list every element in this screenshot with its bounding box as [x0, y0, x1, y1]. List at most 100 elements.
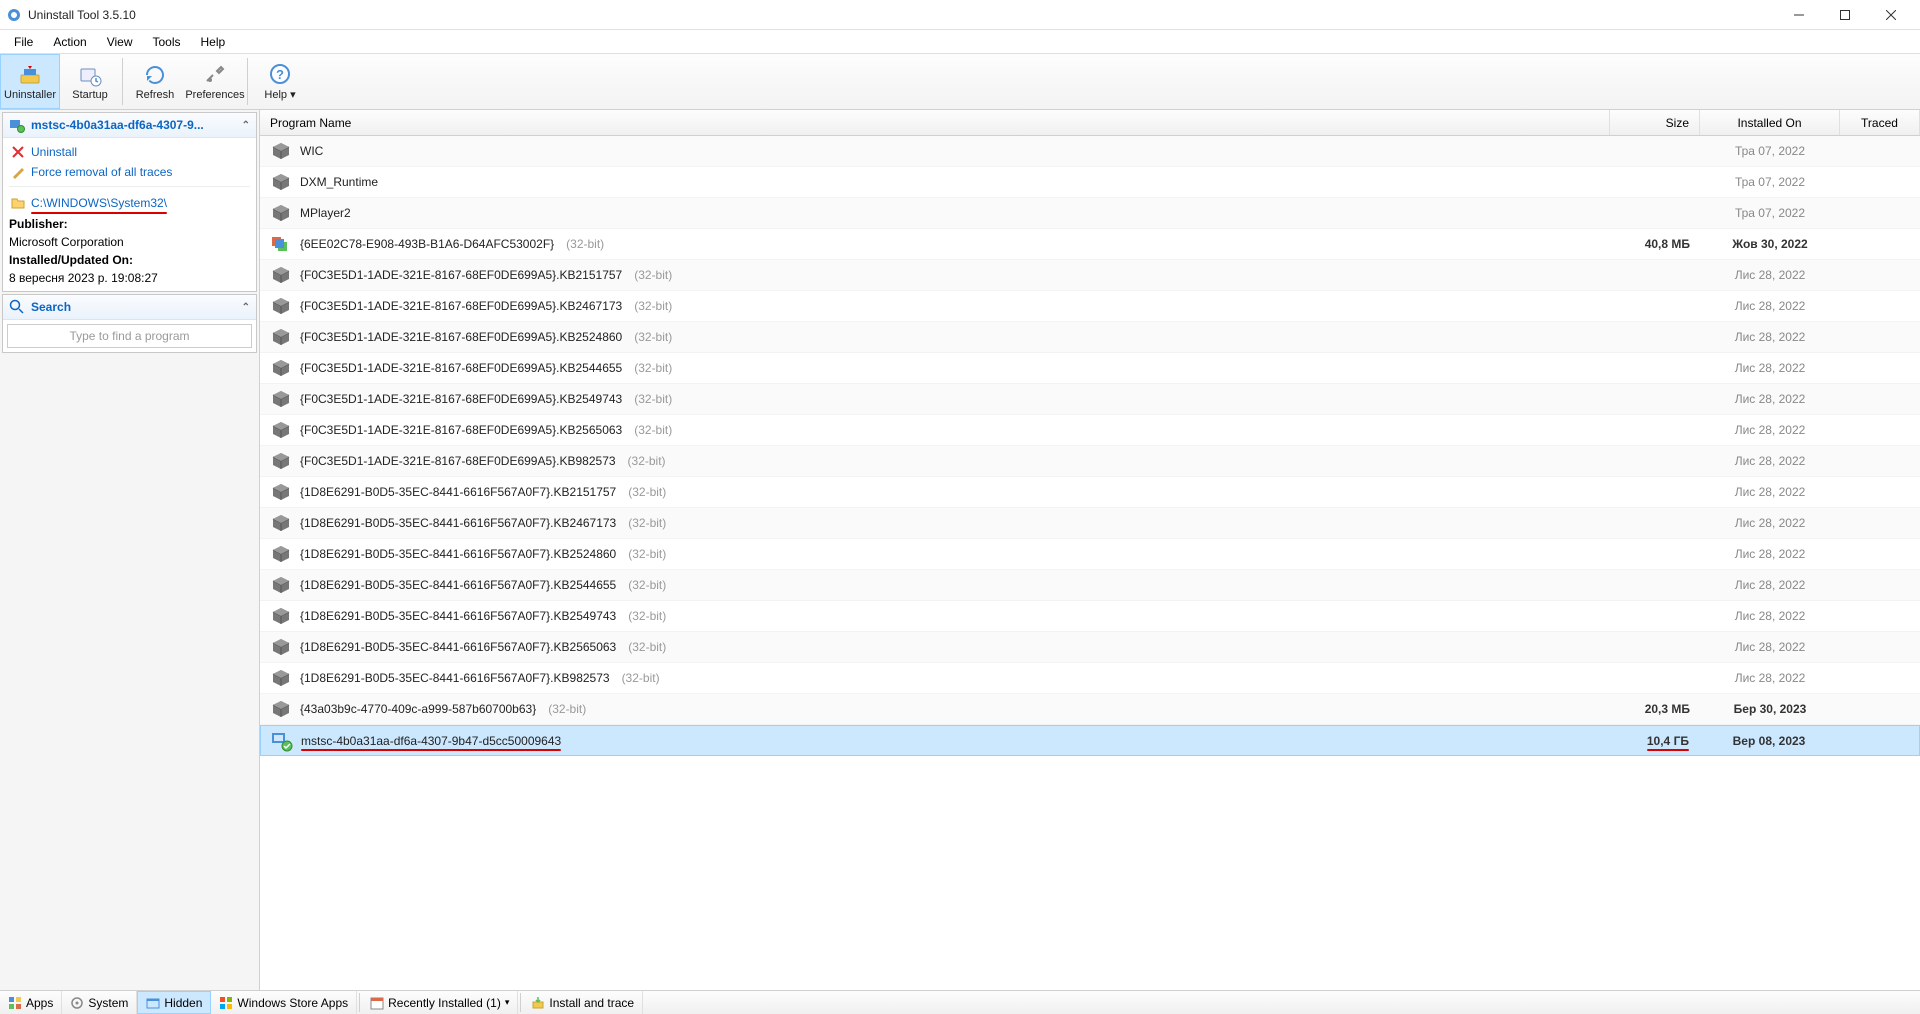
search-header[interactable]: Search ⌃ — [3, 295, 256, 320]
cell-traced — [1840, 136, 1920, 166]
arch-label: (32-bit) — [634, 299, 672, 313]
cell-name: {F0C3E5D1-1ADE-321E-8167-68EF0DE699A5}.K… — [260, 353, 1610, 383]
preferences-button[interactable]: Preferences — [185, 54, 245, 109]
cell-size: 20,3 МБ — [1610, 694, 1700, 724]
uninstaller-button[interactable]: Uninstaller — [0, 54, 60, 109]
sidebar: mstsc-4b0a31aa-df6a-4307-9... ⌃ Uninstal… — [0, 110, 260, 990]
menu-tools[interactable]: Tools — [143, 32, 191, 52]
menu-action[interactable]: Action — [43, 32, 96, 52]
refresh-button[interactable]: Refresh — [125, 54, 185, 109]
path-link[interactable]: C:\WINDOWS\System32\ — [9, 191, 250, 215]
cell-size — [1610, 384, 1700, 414]
store-icon — [219, 996, 233, 1010]
recent-icon — [370, 996, 384, 1010]
table-row[interactable]: {1D8E6291-B0D5-35EC-8441-6616F567A0F7}.K… — [260, 508, 1920, 539]
cell-installed: Лис 28, 2022 — [1700, 601, 1840, 631]
package-icon — [270, 636, 292, 658]
table-row[interactable]: WICТра 07, 2022 — [260, 136, 1920, 167]
cell-size — [1610, 322, 1700, 352]
table-row[interactable]: {1D8E6291-B0D5-35EC-8441-6616F567A0F7}.K… — [260, 663, 1920, 694]
cell-size — [1610, 136, 1700, 166]
table-row[interactable]: {F0C3E5D1-1ADE-321E-8167-68EF0DE699A5}.K… — [260, 446, 1920, 477]
arch-label: (32-bit) — [628, 640, 666, 654]
force-removal-link[interactable]: Force removal of all traces — [9, 162, 250, 182]
cell-name: {1D8E6291-B0D5-35EC-8441-6616F567A0F7}.K… — [260, 601, 1610, 631]
program-name: DXM_Runtime — [300, 175, 378, 189]
program-name: {F0C3E5D1-1ADE-321E-8167-68EF0DE699A5}.K… — [300, 392, 622, 406]
col-installed[interactable]: Installed On — [1700, 110, 1840, 135]
menu-file[interactable]: File — [4, 32, 43, 52]
dropdown-icon: ▾ — [505, 997, 510, 1008]
installed-on-value: 8 вересня 2023 р. 19:08:27 — [9, 269, 250, 287]
search-panel: Search ⌃ — [2, 294, 257, 353]
cell-name: {1D8E6291-B0D5-35EC-8441-6616F567A0F7}.K… — [260, 570, 1610, 600]
program-name: {F0C3E5D1-1ADE-321E-8167-68EF0DE699A5}.K… — [300, 299, 622, 313]
col-size[interactable]: Size — [1610, 110, 1700, 135]
startup-icon — [78, 63, 102, 87]
program-name: {F0C3E5D1-1ADE-321E-8167-68EF0DE699A5}.K… — [300, 361, 622, 375]
table-row[interactable]: {6EE02C78-E908-493B-B1A6-D64AFC53002F} (3… — [260, 229, 1920, 260]
table-row[interactable]: {F0C3E5D1-1ADE-321E-8167-68EF0DE699A5}.K… — [260, 322, 1920, 353]
search-input[interactable] — [7, 324, 252, 348]
recent-label: Recently Installed (1) — [388, 996, 501, 1010]
cell-installed: Жов 30, 2022 — [1700, 229, 1840, 259]
recent-button[interactable]: Recently Installed (1) ▾ — [362, 991, 518, 1014]
cell-traced — [1840, 167, 1920, 197]
table-rows: WICТра 07, 2022 DXM_Runtime Тра 07, 2022MP… — [260, 136, 1920, 990]
program-name: {6EE02C78-E908-493B-B1A6-D64AFC53002F} — [300, 237, 554, 251]
table-row[interactable]: {1D8E6291-B0D5-35EC-8441-6616F567A0F7}.K… — [260, 570, 1920, 601]
arch-label: (32-bit) — [628, 454, 666, 468]
table-row[interactable]: {F0C3E5D1-1ADE-321E-8167-68EF0DE699A5}.K… — [260, 384, 1920, 415]
table-row[interactable]: mstsc-4b0a31aa-df6a-4307-9b47-d5cc500096… — [260, 725, 1920, 756]
program-name: {F0C3E5D1-1ADE-321E-8167-68EF0DE699A5}.K… — [300, 423, 622, 437]
table-row[interactable]: {1D8E6291-B0D5-35EC-8441-6616F567A0F7}.K… — [260, 601, 1920, 632]
arch-label: (32-bit) — [628, 516, 666, 530]
filter-system[interactable]: System — [62, 991, 137, 1014]
table-row[interactable]: {F0C3E5D1-1ADE-321E-8167-68EF0DE699A5}.K… — [260, 291, 1920, 322]
menu-view[interactable]: View — [97, 32, 143, 52]
cell-installed: Тра 07, 2022 — [1700, 167, 1840, 197]
close-button[interactable] — [1868, 0, 1914, 30]
system-label: System — [88, 996, 128, 1010]
table-row[interactable]: {1D8E6291-B0D5-35EC-8441-6616F567A0F7}.K… — [260, 632, 1920, 663]
filter-hidden[interactable]: Hidden — [137, 991, 211, 1014]
uninstall-link[interactable]: Uninstall — [9, 142, 250, 162]
package-icon — [270, 450, 292, 472]
table-row[interactable]: {F0C3E5D1-1ADE-321E-8167-68EF0DE699A5}.K… — [260, 260, 1920, 291]
arch-label: (32-bit) — [566, 237, 604, 251]
arch-label: (32-bit) — [634, 423, 672, 437]
cell-size — [1610, 570, 1700, 600]
search-icon — [9, 299, 25, 315]
filter-apps[interactable]: Apps — [0, 991, 62, 1014]
package-icon — [270, 233, 292, 255]
program-name: {F0C3E5D1-1ADE-321E-8167-68EF0DE699A5}.K… — [300, 454, 616, 468]
table-row[interactable]: {F0C3E5D1-1ADE-321E-8167-68EF0DE699A5}.K… — [260, 415, 1920, 446]
cell-size — [1610, 353, 1700, 383]
col-traced[interactable]: Traced — [1840, 110, 1920, 135]
table-row[interactable]: {1D8E6291-B0D5-35EC-8441-6616F567A0F7}.K… — [260, 477, 1920, 508]
minimize-button[interactable] — [1776, 0, 1822, 30]
cell-traced — [1840, 198, 1920, 228]
main-area: mstsc-4b0a31aa-df6a-4307-9... ⌃ Uninstal… — [0, 110, 1920, 990]
table-row[interactable]: {F0C3E5D1-1ADE-321E-8167-68EF0DE699A5}.K… — [260, 353, 1920, 384]
table-row[interactable]: {43a03b9c-4770-409c-a999-587b60700b63}(3… — [260, 694, 1920, 725]
table-row[interactable]: MPlayer2Тра 07, 2022 — [260, 198, 1920, 229]
startup-button[interactable]: Startup — [60, 54, 120, 109]
table-header: Program Name Size Installed On Traced — [260, 110, 1920, 136]
arch-label: (32-bit) — [628, 609, 666, 623]
col-program-name[interactable]: Program Name — [260, 110, 1610, 135]
menu-help[interactable]: Help — [191, 32, 236, 52]
table-row[interactable]: DXM_Runtime Тра 07, 2022 — [260, 167, 1920, 198]
maximize-button[interactable] — [1822, 0, 1868, 30]
help-button[interactable]: ? Help ▾ — [250, 54, 310, 109]
filter-store[interactable]: Windows Store Apps — [211, 991, 357, 1014]
uninstall-label: Uninstall — [31, 145, 77, 159]
install-trace-label: Install and trace — [549, 996, 634, 1010]
install-trace-button[interactable]: Install and trace — [523, 991, 643, 1014]
table-row[interactable]: {1D8E6291-B0D5-35EC-8441-6616F567A0F7}.K… — [260, 539, 1920, 570]
cell-size — [1610, 260, 1700, 290]
selected-program-header[interactable]: mstsc-4b0a31aa-df6a-4307-9... ⌃ — [3, 113, 256, 138]
cell-installed: Лис 28, 2022 — [1700, 291, 1840, 321]
cell-installed: Лис 28, 2022 — [1700, 477, 1840, 507]
install-trace-icon — [531, 996, 545, 1010]
